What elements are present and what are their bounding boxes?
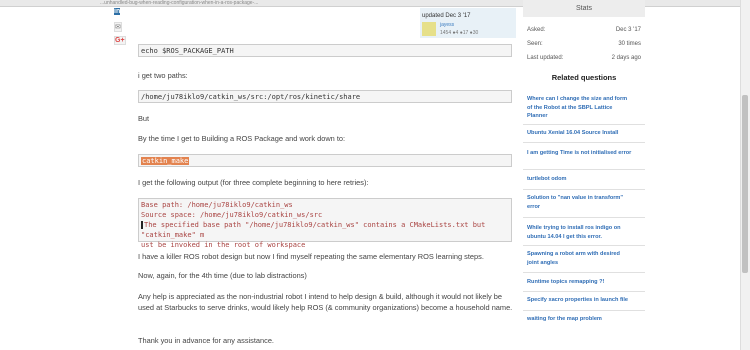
seen-value: 30 times	[618, 41, 641, 47]
related-question-link[interactable]: While trying to install ros indigo on ub…	[527, 224, 633, 241]
search-highlight: catkin_make	[141, 157, 190, 165]
related-question-link[interactable]: Where can I change the size and form of …	[527, 95, 633, 121]
output-line-text: The specified base path "/home/ju78iklo9…	[141, 221, 486, 239]
related-question-link[interactable]: Ubuntu Xenial 16.04 Source Install	[527, 129, 633, 138]
paragraph: But	[138, 114, 150, 123]
paragraph: Thank you in advance for any assistance.	[138, 336, 274, 345]
last-updated-label: Last updated:	[527, 55, 564, 61]
asked-value: Dec 3 '17	[615, 27, 641, 33]
gplus-share-button[interactable]: G+	[114, 36, 126, 45]
divider	[523, 217, 645, 218]
related-questions-title: Related questions	[551, 73, 617, 82]
related-question-link[interactable]: waiting for the map problem	[527, 315, 633, 324]
email-share-button[interactable]: ✉	[114, 22, 122, 32]
seen-label: Seen:	[527, 41, 543, 47]
paragraph: By the time I get to Building a ROS Pack…	[138, 134, 346, 143]
updated-text: updated Dec 3 '17	[422, 13, 471, 19]
divider	[523, 169, 645, 170]
output-line: The specified base path "/home/ju78iklo9…	[141, 220, 509, 240]
paragraph: Any help is appreciated as the non-indus…	[138, 292, 513, 312]
related-question-link[interactable]: Runtime topics remapping ?!	[527, 278, 633, 287]
related-question-link[interactable]: I am getting Time is not initialised err…	[527, 149, 633, 158]
paragraph: I have a killer ROS robot design but now…	[138, 252, 484, 261]
divider	[523, 310, 645, 311]
code-block-paths: /home/ju78iklo9/catkin_ws/src:/opt/ros/k…	[138, 90, 512, 103]
text-cursor	[141, 221, 143, 229]
related-question-link[interactable]: Specify xacro properties in launch file	[527, 296, 633, 305]
linkedin-share-button[interactable]: in	[114, 8, 121, 15]
code-block-catkin-make: catkin_make	[138, 154, 512, 167]
author-name[interactable]: jayess	[440, 22, 454, 28]
paragraph: Now, again, for the 4th time (due to lab…	[138, 271, 307, 280]
asked-label: Asked:	[527, 27, 546, 33]
paragraph: I get the following output (for three co…	[138, 178, 369, 187]
divider	[523, 142, 645, 143]
divider	[523, 291, 645, 292]
related-question-link[interactable]: Solution to "nan value in transform" err…	[527, 194, 633, 211]
author-karma: 1454 ●4 ●17 ●30	[440, 30, 479, 36]
related-question-link[interactable]: Spawning a robot arm with desired joint …	[527, 250, 633, 267]
address-bar[interactable]: ...unhandled-bug-when-reading-configurat…	[100, 0, 258, 6]
divider	[523, 272, 645, 273]
code-block-output: Base path: /home/ju78iklo9/catkin_ws Sou…	[138, 198, 512, 249]
related-question-link[interactable]: turtlebot odom	[527, 175, 633, 184]
last-updated-value: 2 days ago	[611, 55, 641, 61]
divider	[523, 124, 645, 125]
scrollbar-thumb[interactable]	[742, 95, 748, 273]
output-line: ust be invoked in the root of workspace	[141, 241, 306, 249]
code-block-echo: echo $ROS_PACKAGE_PATH	[138, 44, 512, 57]
output-line: Base path: /home/ju78iklo9/catkin_ws	[141, 201, 293, 209]
divider	[523, 245, 645, 246]
avatar[interactable]	[422, 22, 436, 36]
divider	[523, 189, 645, 190]
output-line: Source space: /home/ju78iklo9/catkin_ws/…	[141, 211, 323, 219]
stats-title: Stats	[523, 0, 645, 17]
post-author-card: updated Dec 3 '17 jayess 1454 ●4 ●17 ●30	[420, 8, 516, 38]
paragraph: i get two paths:	[138, 71, 188, 80]
